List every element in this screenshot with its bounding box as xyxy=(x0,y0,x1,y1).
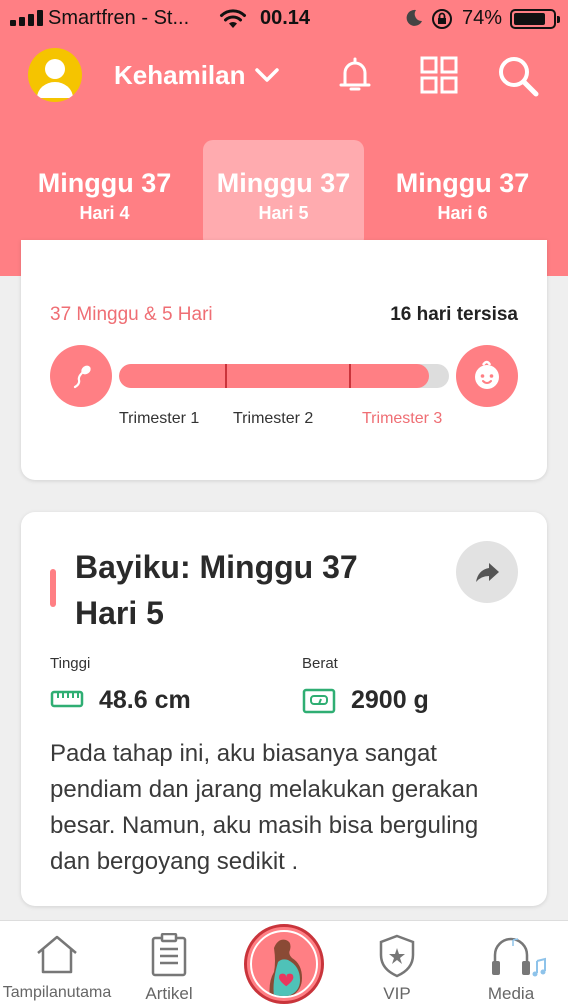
pregnancy-center-button[interactable] xyxy=(244,924,324,1004)
battery-percent: 74% xyxy=(462,7,503,29)
share-button[interactable] xyxy=(456,541,518,603)
birth-button[interactable] xyxy=(456,345,518,407)
pregnancy-progress-bar xyxy=(119,364,449,388)
baby-title-line-2: Hari 5 xyxy=(75,595,164,631)
weight-value: 2900 g xyxy=(351,686,429,714)
baby-title-line-1: Bayiku: Minggu 37 xyxy=(75,549,358,585)
day-tab-day: Hari 6 xyxy=(437,203,488,223)
pregnancy-center-inner xyxy=(250,930,318,998)
trimester-2-label: Trimester 2 xyxy=(233,410,314,427)
day-tab-hari-5[interactable]: Minggu 37 Hari 5 xyxy=(203,140,364,248)
day-tab-week: Minggu 37 xyxy=(216,168,351,198)
rotation-lock-icon xyxy=(432,9,452,29)
ruler-icon xyxy=(50,690,84,708)
wifi-icon xyxy=(220,9,246,28)
nav-home-label: Tampilanutama xyxy=(2,984,112,1001)
nav-vip-label: VIP xyxy=(383,984,411,1003)
day-tab-week: Minggu 37 xyxy=(37,168,172,198)
baby-development-card: Bayiku: Minggu 37 Hari 5 Tinggi 48.6 cm … xyxy=(21,512,547,906)
pregnancy-mode-title[interactable]: Kehamilan xyxy=(114,60,246,91)
nav-articles[interactable]: Artikel xyxy=(109,921,229,1008)
day-tab-hari-6[interactable]: Minggu 37 Hari 6 xyxy=(382,140,543,248)
nav-vip[interactable]: VIP xyxy=(337,921,457,1008)
user-avatar-icon xyxy=(37,59,73,98)
carrier-name: Smartfren - St... xyxy=(48,7,190,29)
baby-description: Pada tahap ini, aku biasanya sangat pend… xyxy=(50,740,479,875)
home-icon xyxy=(37,935,77,974)
vip-shield-icon xyxy=(379,934,415,978)
clock-time: 00.14 xyxy=(260,7,311,29)
do-not-disturb-moon-icon xyxy=(406,9,422,26)
scale-icon xyxy=(302,688,336,714)
baby-card-title: Bayiku: Minggu 37 Hari 5 xyxy=(75,544,435,636)
progress-bar-fill xyxy=(119,364,430,388)
chevron-down-icon[interactable] xyxy=(254,65,280,85)
day-tab-day: Hari 5 xyxy=(258,203,309,223)
trimester-1-label: Trimester 1 xyxy=(119,410,200,427)
battery-icon xyxy=(510,9,560,29)
nav-media[interactable]: Media xyxy=(451,921,568,1008)
weight-label: Berat xyxy=(302,655,338,672)
nav-home[interactable]: Tampilanutama xyxy=(0,921,117,1008)
height-value: 48.6 cm xyxy=(99,686,191,714)
trimester-divider xyxy=(225,364,227,388)
title-accent-bar xyxy=(50,569,56,607)
nav-articles-label: Artikel xyxy=(145,984,193,1003)
bell-icon[interactable] xyxy=(335,55,375,95)
remaining-days-label: 16 hari tersisa xyxy=(390,304,518,325)
day-tab-week: Minggu 37 xyxy=(395,168,530,198)
elapsed-label: 37 Minggu & 5 Hari xyxy=(50,304,213,325)
nav-media-label: Media xyxy=(487,984,535,1003)
conception-button[interactable] xyxy=(50,345,112,407)
pregnancy-progress-card: 37 Minggu & 5 Hari 16 hari tersisa Trime… xyxy=(21,240,547,480)
baby-face-icon xyxy=(475,360,499,389)
pregnant-woman-icon xyxy=(269,939,302,996)
cellular-signal-icon xyxy=(10,10,43,26)
height-label: Tinggi xyxy=(50,655,91,672)
share-arrow-icon xyxy=(476,563,499,582)
day-tab-day: Hari 4 xyxy=(79,203,130,223)
search-icon[interactable] xyxy=(496,54,540,98)
profile-avatar[interactable] xyxy=(28,48,82,102)
sperm-icon xyxy=(73,365,91,389)
clipboard-icon xyxy=(151,933,187,977)
trimester-3-label: Trimester 3 xyxy=(362,410,443,427)
trimester-divider xyxy=(349,364,351,388)
headphones-icon xyxy=(492,937,546,977)
grid-icon[interactable] xyxy=(419,55,459,95)
status-bar: Smartfren - St... 00.14 74% xyxy=(0,0,568,38)
day-tab-hari-4[interactable]: Minggu 37 Hari 4 xyxy=(24,140,185,248)
